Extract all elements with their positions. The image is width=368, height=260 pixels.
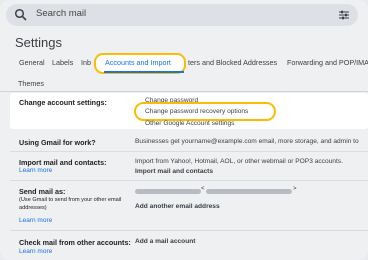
address-open-bracket: <	[201, 186, 205, 192]
row-divider	[10, 180, 368, 181]
row-divider	[10, 151, 368, 152]
using-gmail-text: Businesses get yourname@example.com emai…	[135, 138, 359, 145]
import-mail-contacts-link[interactable]: Import mail and contacts	[135, 168, 213, 175]
redacted-name	[135, 189, 201, 194]
address-close-bracket: >	[293, 186, 297, 192]
page-title: Settings	[15, 35, 62, 50]
redacted-email	[206, 189, 292, 194]
tabs-divider	[0, 91, 368, 92]
using-gmail-label: Using Gmail for work?	[19, 138, 96, 147]
search-icon	[14, 8, 27, 21]
import-learn-more-link[interactable]: Learn more	[19, 167, 52, 175]
tab-accounts-and-import[interactable]: Accounts and Import	[105, 58, 171, 67]
add-email-address-link[interactable]: Add another email address	[135, 203, 220, 210]
search-input[interactable]: Search mail	[36, 8, 86, 19]
tab-filters-and-blocked[interactable]: ters and Blocked Addresses	[188, 58, 277, 67]
tab-general[interactable]: General	[19, 58, 45, 67]
tab-inbox[interactable]: Inb	[81, 58, 91, 67]
send-as-label: Send mail as:	[19, 187, 66, 196]
import-text: Import from Yahoo!, Hotmail, AOL, or oth…	[135, 158, 343, 165]
send-as-note: (Use Gmail to send from your other email…	[19, 197, 122, 211]
gmail-settings-window: Search mail Settings General Labels Inb …	[0, 0, 368, 260]
row-divider	[10, 230, 368, 231]
change-recovery-options-link[interactable]: Change password recovery options	[145, 108, 248, 115]
tab-themes[interactable]: Themes	[18, 79, 44, 88]
add-mail-account-link[interactable]: Add a mail account	[135, 238, 195, 245]
settings-tabs: General Labels Inb Accounts and Import t…	[0, 58, 368, 72]
check-mail-label: Check mail from other accounts:	[19, 238, 131, 247]
other-google-account-settings-link[interactable]: Other Google Account settings	[145, 120, 234, 127]
send-as-learn-more-link[interactable]: Learn more	[19, 217, 52, 225]
filter-options-icon[interactable]	[338, 9, 350, 21]
check-mail-learn-more-link[interactable]: Learn more	[19, 248, 52, 256]
import-label: Import mail and contacts:	[19, 158, 107, 167]
tab-forwarding-pop-imap[interactable]: Forwarding and POP/IMA	[287, 58, 368, 67]
tab-labels[interactable]: Labels	[52, 58, 73, 67]
active-tab-indicator	[104, 71, 184, 73]
search-bar[interactable]: Search mail	[6, 4, 358, 26]
change-account-label: Change account settings:	[19, 98, 107, 107]
